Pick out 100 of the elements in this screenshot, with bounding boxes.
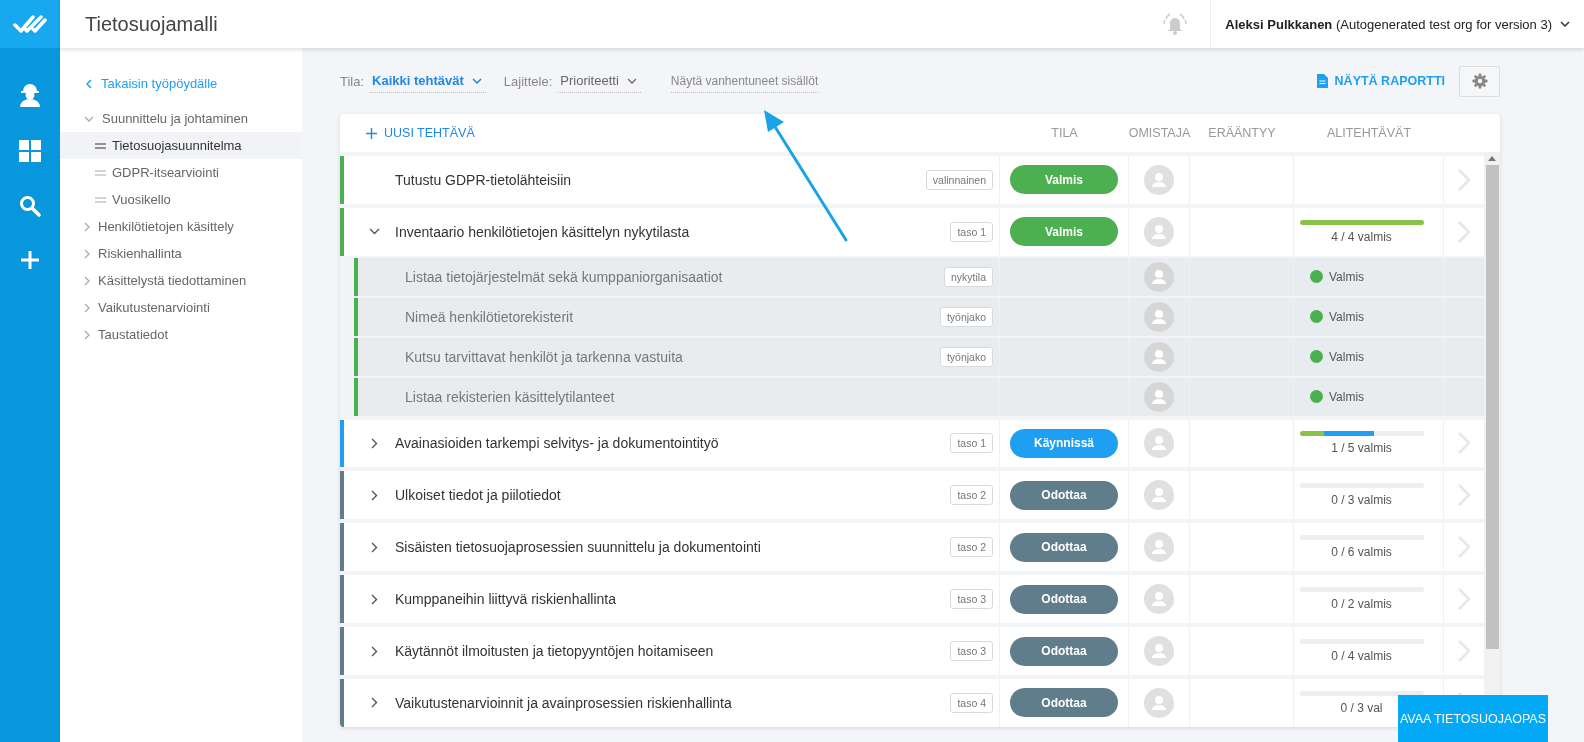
nav-item[interactable]: GDPR-itsearviointi: [60, 159, 302, 186]
caret-right-icon[interactable]: [84, 329, 90, 340]
task-row[interactable]: Kumppaneihin liittyvä riskienhallinta taso 3 Odottaa 0 / 2 valmis: [340, 575, 1484, 624]
expand-icon[interactable]: [371, 489, 378, 501]
avatar-icon[interactable]: [1144, 341, 1174, 372]
caret-down-icon[interactable]: [84, 115, 94, 122]
column-header: ERÄÄNTYY: [1208, 126, 1276, 140]
show-expired-toggle[interactable]: Näytä vanhentuneet sisällöt: [670, 69, 819, 93]
task-tag: taso 2: [950, 485, 993, 506]
caret-right-icon[interactable]: [84, 275, 90, 286]
task-row[interactable]: Käytännöt ilmoitusten ja tietopyyntöjen hoitamiseen taso 3 Odottaa 0 / 4 valmis: [340, 627, 1484, 676]
new-task-button[interactable]: UUSI TEHTÄVÄ: [366, 126, 475, 140]
task-row[interactable]: Ulkoiset tiedot ja piilotiedot taso 2 Odottaa 0 / 3 valmis: [340, 471, 1484, 520]
task-row[interactable]: Tutustu GDPR-tietolähteisiin valinnainen Valmis: [340, 156, 1484, 204]
progress-text: 0 / 4 valmis: [1331, 649, 1392, 664]
avatar-icon[interactable]: [1144, 301, 1174, 332]
task-title: Vaikutustenarvioinnit ja avainprosessien riskienhallinta: [395, 695, 733, 711]
progress-text: 1 / 5 valmis: [1331, 441, 1392, 456]
nav-item[interactable]: Tietosuojasuunnitelma: [60, 132, 302, 159]
avatar-icon[interactable]: [1144, 164, 1174, 195]
chevron-right-icon[interactable]: [1458, 484, 1470, 507]
chevron-right-icon[interactable]: [1458, 640, 1470, 663]
expand-icon[interactable]: [371, 645, 378, 657]
document-icon[interactable]: [1316, 74, 1328, 88]
filter-dropdown[interactable]: Prioriteetti: [558, 69, 641, 93]
chevron-right-icon[interactable]: [1458, 588, 1470, 611]
task-tag: taso 1: [950, 221, 993, 242]
expand-icon[interactable]: [371, 593, 378, 605]
collapse-icon[interactable]: [369, 228, 380, 236]
logo-icon[interactable]: [0, 0, 60, 48]
search-icon[interactable]: [19, 195, 41, 217]
task-row[interactable]: Avainasioiden tarkempi selvitys- ja dokumentointityö taso 1 Käynnissä 1 / 5 valmis: [340, 419, 1484, 468]
task-title: Avainasioiden tarkempi selvitys- ja dokumentointityö: [395, 435, 720, 452]
status-pill[interactable]: Odottaa: [1010, 480, 1118, 510]
nav-item[interactable]: Henkilötietojen käsittely: [60, 213, 302, 240]
column-header: TILA: [1051, 126, 1078, 140]
nav-item[interactable]: Suunnittelu ja johtaminen: [60, 105, 302, 132]
caret-icon[interactable]: [1560, 21, 1570, 27]
avatar-icon[interactable]: [1144, 532, 1174, 563]
task-title: Tutustu GDPR-tietolähteisiin: [395, 171, 573, 188]
task-row[interactable]: Sisäisten tietosuojaprosessien suunnittelu ja dokumentointi taso 2 Odottaa 0 / 6 valmis: [340, 523, 1484, 572]
subtask-row[interactable]: Listaa rekisterien käsittelytilanteet Valmis: [354, 377, 1484, 416]
scroll-up-icon[interactable]: [1488, 156, 1496, 161]
avatar-icon[interactable]: [1144, 381, 1174, 412]
double-line-icon: [95, 169, 106, 176]
progress-text: 4 / 4 valmis: [1331, 229, 1392, 244]
dashboard-icon[interactable]: [19, 140, 41, 162]
user-menu[interactable]: Aleksi Pulkkanen (Autogenerated test org for version 3): [1210, 0, 1584, 48]
scrollbar-thumb[interactable]: [1485, 165, 1499, 649]
task-title: Kumppaneihin liittyvä riskienhallinta: [395, 591, 617, 608]
avatar-icon[interactable]: [1144, 636, 1174, 667]
avatar-icon[interactable]: [1144, 688, 1174, 718]
chevron-right-icon[interactable]: [1458, 168, 1470, 191]
nav-item[interactable]: Käsittelystä tiedottaminen: [60, 267, 302, 294]
status-pill[interactable]: Odottaa: [1010, 688, 1118, 718]
avatar-icon[interactable]: [1144, 480, 1174, 511]
task-tag: nykytila: [944, 266, 993, 287]
nav-item[interactable]: Vaikutustenarviointi: [60, 294, 302, 321]
expand-icon[interactable]: [371, 541, 378, 553]
subtask-title: Listaa rekisterien käsittelytilanteet: [404, 388, 616, 405]
task-tag: työnjako: [939, 346, 993, 367]
chevron-right-icon[interactable]: [1458, 220, 1470, 243]
worker-icon[interactable]: [18, 81, 42, 107]
chevron-right-icon[interactable]: [1458, 432, 1470, 455]
bell-icon[interactable]: [1162, 11, 1189, 37]
task-row[interactable]: Inventaario henkilötietojen käsittelyn nykytilasta taso 1 Valmis 4 / 4 valmis: [340, 207, 1484, 256]
plus-icon[interactable]: [366, 127, 377, 139]
task-tag: valinnainen: [925, 169, 993, 190]
double-line-icon: [95, 142, 106, 149]
status-pill[interactable]: Odottaa: [1010, 636, 1118, 666]
task-title: Ulkoiset tiedot ja piilotiedot: [395, 487, 562, 504]
nav-item[interactable]: Riskienhallinta: [60, 240, 302, 267]
status-pill[interactable]: Odottaa: [1010, 532, 1118, 562]
avatar-icon[interactable]: [1144, 584, 1174, 615]
subtask-row[interactable]: Nimeä henkilötietorekisterit työnjako Valmis: [354, 297, 1484, 336]
status-pill[interactable]: Odottaa: [1010, 584, 1118, 614]
chevron-right-icon[interactable]: [1458, 536, 1470, 559]
subtask-row[interactable]: Listaa tietojärjestelmät sekä kumppaniorganisaatiot nykytila Valmis: [354, 257, 1484, 296]
expand-icon[interactable]: [371, 697, 378, 709]
caret-right-icon[interactable]: [84, 302, 90, 313]
back-icon[interactable]: [86, 78, 92, 89]
subtask-status: Valmis: [1329, 309, 1365, 324]
filter-dropdown[interactable]: Kaikki tehtävät: [370, 69, 486, 93]
nav-item[interactable]: Vuosikello: [60, 186, 302, 213]
settings-icon[interactable]: [1471, 73, 1488, 89]
expand-icon[interactable]: [371, 437, 378, 449]
avatar-icon[interactable]: [1144, 261, 1174, 292]
caret-right-icon[interactable]: [84, 248, 90, 259]
nav-item[interactable]: Taustatiedot: [60, 321, 302, 348]
caret-right-icon[interactable]: [84, 221, 90, 232]
task-tag: taso 3: [950, 641, 993, 662]
progress-text: 0 / 3 valmis: [1331, 493, 1392, 508]
avatar-icon[interactable]: [1144, 216, 1174, 247]
page-title: Tietosuojamalli: [85, 12, 218, 36]
subtask-row[interactable]: Kutsu tarvittavat henkilöt ja tarkenna vastuita työnjako Valmis: [354, 337, 1484, 376]
subtask-title: Listaa tietojärjestelmät sekä kumppaniorganisaatiot: [404, 268, 724, 285]
settings-button[interactable]: [1459, 65, 1500, 97]
add-icon[interactable]: [20, 250, 40, 270]
task-tag: taso 2: [950, 537, 993, 558]
avatar-icon[interactable]: [1144, 428, 1174, 459]
